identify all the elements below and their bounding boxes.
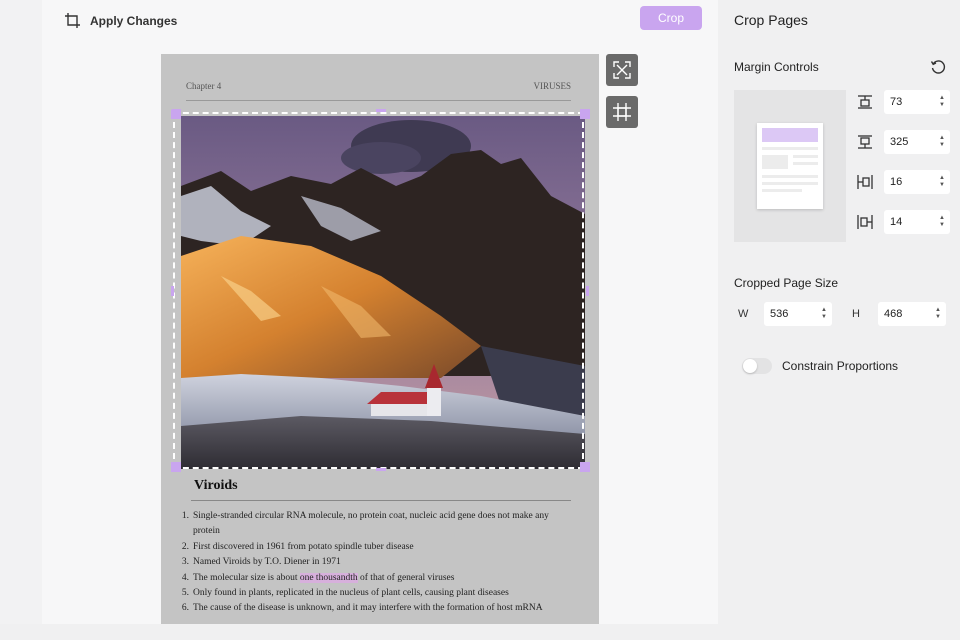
crop-handle-top-left[interactable] xyxy=(171,109,181,119)
section-divider xyxy=(191,500,571,501)
fit-page-icon xyxy=(613,61,631,79)
list-item: 3. Named Viroids by T.O. Diener in 1971 xyxy=(181,557,341,568)
fit-content-icon xyxy=(613,103,631,121)
fit-content-button[interactable] xyxy=(606,96,638,128)
margin-bottom-value: 325 xyxy=(890,136,909,148)
height-value: 468 xyxy=(884,308,903,320)
list-item: 6. The cause of the disease is unknown, a… xyxy=(181,603,543,614)
height-label: H xyxy=(852,308,860,320)
list-item: 4. The molecular size is about one thousa… xyxy=(181,572,455,583)
list-item: 1. Single-stranded circular RNA molecule,… xyxy=(181,511,549,537)
margin-right-row: 14 ▲ ▼ xyxy=(856,210,950,234)
margin-top-row: 73 ▲ ▼ xyxy=(856,90,950,114)
cropped-size-title: Cropped Page Size xyxy=(734,276,839,290)
margin-right-value: 14 xyxy=(890,216,903,228)
mini-page xyxy=(757,123,823,209)
width-label: W xyxy=(738,308,749,320)
list-item: 5. Only found in plants, replicated in th… xyxy=(181,588,509,599)
page-preview xyxy=(734,90,846,242)
content-list: 1. Single-stranded circular RNA molecule,… xyxy=(178,509,578,617)
crop-handle-bottom-right[interactable] xyxy=(580,462,590,472)
constrain-row: Constrain Proportions xyxy=(742,358,898,374)
margin-left-stepper[interactable]: 16 ▲ ▼ xyxy=(884,170,950,194)
header-divider xyxy=(186,100,571,101)
margin-right-icon xyxy=(857,215,873,229)
crop-sidebar: Crop Pages Margin Controls 73 ▲ ▼ 325 ▲ … xyxy=(718,0,960,624)
crop-handle-top-right[interactable] xyxy=(580,109,590,119)
constrain-toggle[interactable] xyxy=(742,358,772,374)
section-title: Viroids xyxy=(194,478,238,493)
height-row: H 468 ▲ ▼ xyxy=(852,302,946,326)
highlighted-text: one thousandth xyxy=(299,572,358,583)
main-canvas: Apply Changes Crop Chapter 4 VIRUSES Vir… xyxy=(42,0,718,624)
margin-controls-title: Margin Controls xyxy=(734,60,819,74)
apply-changes-button[interactable]: Apply Changes xyxy=(64,12,177,30)
margin-bottom-row: 325 ▲ ▼ xyxy=(856,130,950,154)
margin-top-stepper[interactable]: 73 ▲ ▼ xyxy=(884,90,950,114)
fit-page-button[interactable] xyxy=(606,54,638,86)
list-item: 2. First discovered in 1961 from potato s… xyxy=(181,541,414,552)
width-row: W 536 ▲ ▼ xyxy=(738,302,832,326)
constrain-label: Constrain Proportions xyxy=(782,359,899,373)
page-header-chapter: Chapter 4 xyxy=(186,81,222,91)
width-stepper[interactable]: 536 ▲ ▼ xyxy=(764,302,832,326)
mini-crop-area xyxy=(762,128,818,142)
crop-icon xyxy=(65,13,80,28)
margin-left-icon xyxy=(857,175,873,189)
left-gutter xyxy=(0,0,42,640)
bottom-strip xyxy=(0,624,960,640)
margin-left-value: 16 xyxy=(890,176,903,188)
crop-handle-bottom[interactable] xyxy=(376,468,386,471)
crop-handle-left[interactable] xyxy=(171,286,174,296)
apply-changes-label: Apply Changes xyxy=(90,14,178,28)
margin-top-value: 73 xyxy=(890,96,903,108)
crop-handle-bottom-left[interactable] xyxy=(171,462,181,472)
page-header-section: VIRUSES xyxy=(533,81,571,91)
page-header: Chapter 4 VIRUSES xyxy=(186,81,571,91)
page-photo xyxy=(181,116,585,469)
width-value: 536 xyxy=(770,308,789,320)
margin-bottom-stepper[interactable]: 325 ▲ ▼ xyxy=(884,130,950,154)
margin-bottom-icon xyxy=(858,135,872,149)
margin-right-stepper[interactable]: 14 ▲ ▼ xyxy=(884,210,950,234)
document-page: Chapter 4 VIRUSES Viroids 1. Single-stra… xyxy=(161,54,599,624)
crop-button[interactable]: Crop xyxy=(640,6,702,30)
crop-handle-top[interactable] xyxy=(376,109,386,112)
crop-handle-right[interactable] xyxy=(586,286,589,296)
sidebar-title: Crop Pages xyxy=(734,12,808,28)
reset-icon[interactable] xyxy=(930,59,946,75)
margin-top-icon xyxy=(858,95,872,109)
margin-left-row: 16 ▲ ▼ xyxy=(856,170,950,194)
height-stepper[interactable]: 468 ▲ ▼ xyxy=(878,302,946,326)
